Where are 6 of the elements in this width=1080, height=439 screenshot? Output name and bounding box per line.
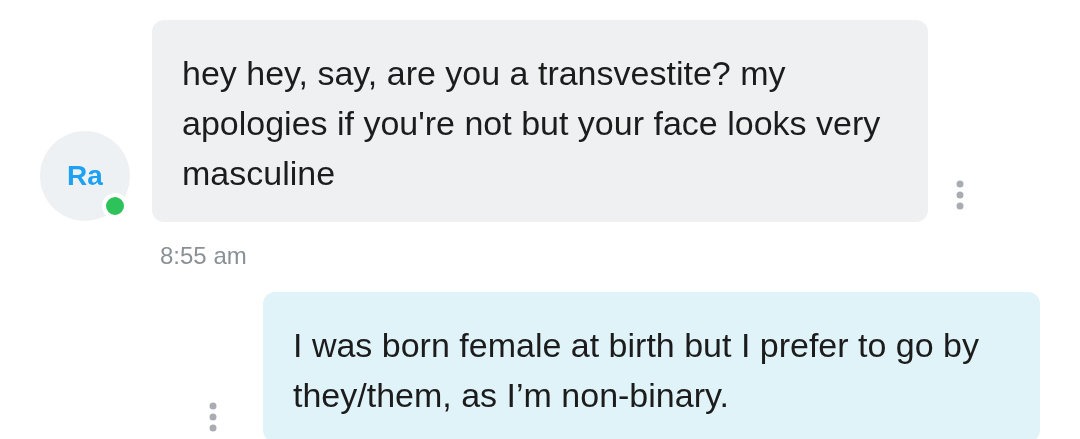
avatar[interactable]: Ra	[40, 131, 130, 221]
more-options-icon[interactable]	[956, 180, 964, 210]
message-text: I was born female at birth but I prefer to go by they/them, as I’m non-binary.	[293, 325, 981, 416]
more-options-icon[interactable]	[209, 402, 217, 432]
message-time: 8:55 am	[160, 242, 247, 269]
message-text: hey hey, say, are you a transvestite? my apologies if you're not but your face looks very masculine	[182, 53, 882, 194]
